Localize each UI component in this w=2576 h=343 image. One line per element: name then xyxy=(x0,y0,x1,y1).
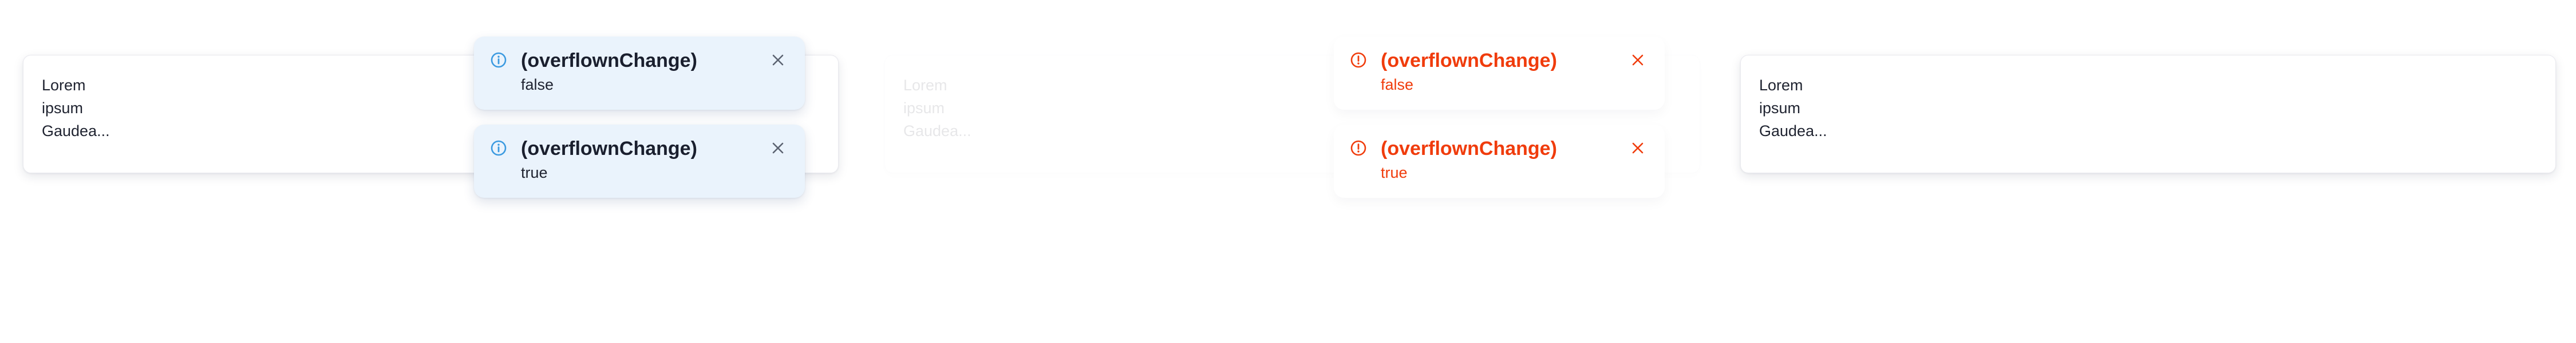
info-icon xyxy=(490,139,507,157)
card-line: ipsum xyxy=(1759,99,1801,117)
card-line: Lorem xyxy=(1759,77,1803,94)
close-icon[interactable] xyxy=(768,138,788,158)
text-card: Lorem ipsum Gaudea... xyxy=(1740,55,2556,173)
error-icon xyxy=(1350,51,1367,69)
card-text: Lorem ipsum Gaudea... xyxy=(1759,74,2537,142)
toast-message: true xyxy=(1381,164,1408,181)
toast-message: true xyxy=(521,164,548,181)
info-toast: (overflownChange) true xyxy=(474,125,805,198)
info-toast: (overflownChange) false xyxy=(474,37,805,110)
close-icon[interactable] xyxy=(1628,138,1647,158)
toast-title: (overflownChange) xyxy=(521,138,697,159)
toast-title: (overflownChange) xyxy=(1381,138,1557,159)
toast-title: (overflownChange) xyxy=(521,50,697,71)
error-toast: (overflownChange) false xyxy=(1334,37,1665,110)
toast-title: (overflownChange) xyxy=(1381,50,1557,71)
toast-message: false xyxy=(1381,76,1414,93)
card-line: Gaudea... xyxy=(1759,122,1827,139)
stage: Lorem ipsum Gaudea... Lorem ipsum Gaudea… xyxy=(0,0,2576,343)
info-icon xyxy=(490,51,507,69)
close-icon[interactable] xyxy=(768,50,788,70)
toast-message: false xyxy=(521,76,554,93)
error-icon xyxy=(1350,139,1367,157)
close-icon[interactable] xyxy=(1628,50,1647,70)
error-toast: (overflownChange) true xyxy=(1334,125,1665,198)
